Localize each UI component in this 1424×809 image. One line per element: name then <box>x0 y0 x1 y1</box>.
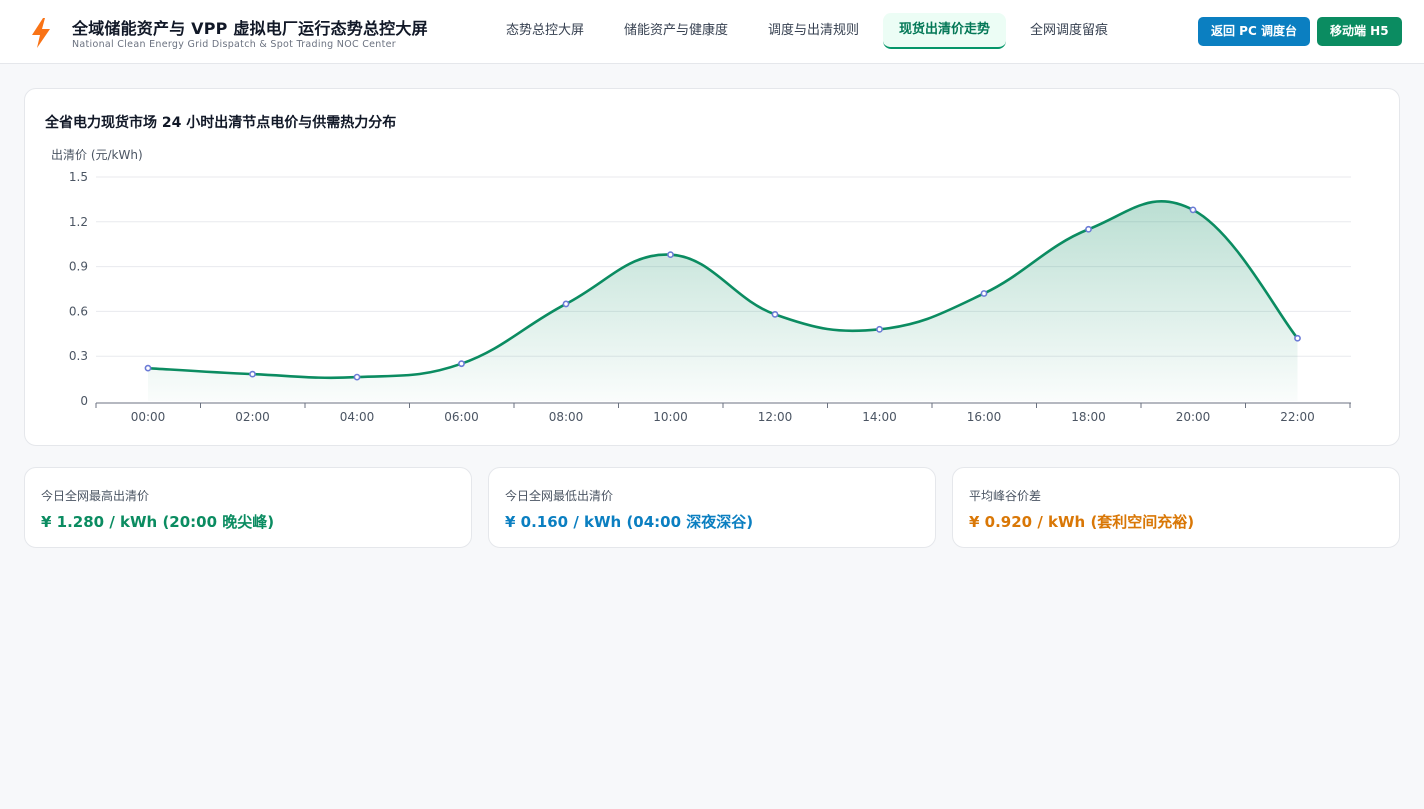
x-tick-label: 08:00 <box>549 410 584 424</box>
data-point <box>771 310 779 318</box>
x-tick-label: 12:00 <box>758 410 793 424</box>
data-point <box>980 290 988 297</box>
stat-value: ¥ 0.920 / kWh (套利空间充裕) <box>969 513 1195 531</box>
x-tick-label: 20:00 <box>1176 410 1211 424</box>
tab-storage-health[interactable]: 储能资产与健康度 <box>608 13 744 49</box>
data-point <box>353 373 361 381</box>
data-point <box>667 251 674 259</box>
x-tick-label: 04:00 <box>340 410 375 424</box>
price-chart-card: 全省电力现货市场 24 小时出清节点电价与供需热力分布 出清价 (元/kWh) 0… <box>24 88 1400 446</box>
y-tick-label: 0.3 <box>69 349 88 363</box>
y-tick-label: 0 <box>80 394 88 408</box>
stat-card-price-spread: 平均峰谷价差 ¥ 0.920 / kWh (套利空间充裕) <box>952 467 1400 548</box>
y-tick-label: 0.9 <box>69 260 88 274</box>
y-tick-label: 0.6 <box>69 304 88 318</box>
stat-label: 今日全网最高出清价 <box>41 489 150 503</box>
x-tick-label: 02:00 <box>235 410 270 424</box>
data-point <box>1294 334 1301 342</box>
x-tick-label: 06:00 <box>444 410 479 424</box>
price-area <box>148 201 1298 401</box>
x-tick-label: 10:00 <box>653 410 688 424</box>
data-point <box>458 360 465 368</box>
tab-spot-price[interactable]: 现货出清价走势 <box>883 13 1007 49</box>
top-bar: 全域储能资产与 VPP 虚拟电厂运行态势总控大屏 National Clean … <box>0 0 1424 64</box>
x-tick-label: 22:00 <box>1280 410 1315 424</box>
x-tick-label: 18:00 <box>1071 410 1106 424</box>
stat-card-max-price: 今日全网最高出清价 ¥ 1.280 / kWh (20:00 晚尖峰) <box>24 467 472 548</box>
x-tick-label: 00:00 <box>131 410 166 424</box>
app-subtitle: National Clean Energy Grid Dispatch & Sp… <box>72 39 396 50</box>
stat-value: ¥ 1.280 / kWh (20:00 晚尖峰) <box>41 513 275 531</box>
x-tick-label: 16:00 <box>967 410 1002 424</box>
stat-label: 今日全网最低出清价 <box>505 489 614 503</box>
data-point <box>249 370 256 378</box>
data-point <box>144 364 152 372</box>
stat-label: 平均峰谷价差 <box>969 489 1042 503</box>
stat-card-min-price: 今日全网最低出清价 ¥ 0.160 / kWh (04:00 深夜深谷) <box>488 467 936 548</box>
data-point <box>876 325 883 333</box>
x-tick-label: 14:00 <box>862 410 897 424</box>
data-point <box>562 300 570 308</box>
y-axis-label: 出清价 (元/kWh) <box>51 148 143 162</box>
data-point <box>1189 206 1197 214</box>
back-to-pc-button[interactable]: 返回 PC 调度台 <box>1198 17 1310 46</box>
stat-value: ¥ 0.160 / kWh (04:00 深夜深谷) <box>505 513 754 531</box>
lightning-bolt-icon <box>32 18 50 48</box>
tab-overview[interactable]: 态势总控大屏 <box>490 13 600 49</box>
price-chart: 出清价 (元/kWh) 0 0.3 0.6 0.9 1.2 1.5 00:00 02:00 04:… <box>51 148 1351 424</box>
app-title: 全域储能资产与 VPP 虚拟电厂运行态势总控大屏 <box>72 19 428 38</box>
tab-dispatch-rules[interactable]: 调度与出清规则 <box>752 13 875 49</box>
mobile-h5-button[interactable]: 移动端 H5 <box>1317 17 1402 46</box>
data-point <box>1085 225 1092 233</box>
y-tick-label: 1.2 <box>69 215 88 229</box>
y-tick-label: 1.5 <box>69 170 88 184</box>
tab-dispatch-log[interactable]: 全网调度留痕 <box>1014 13 1124 49</box>
